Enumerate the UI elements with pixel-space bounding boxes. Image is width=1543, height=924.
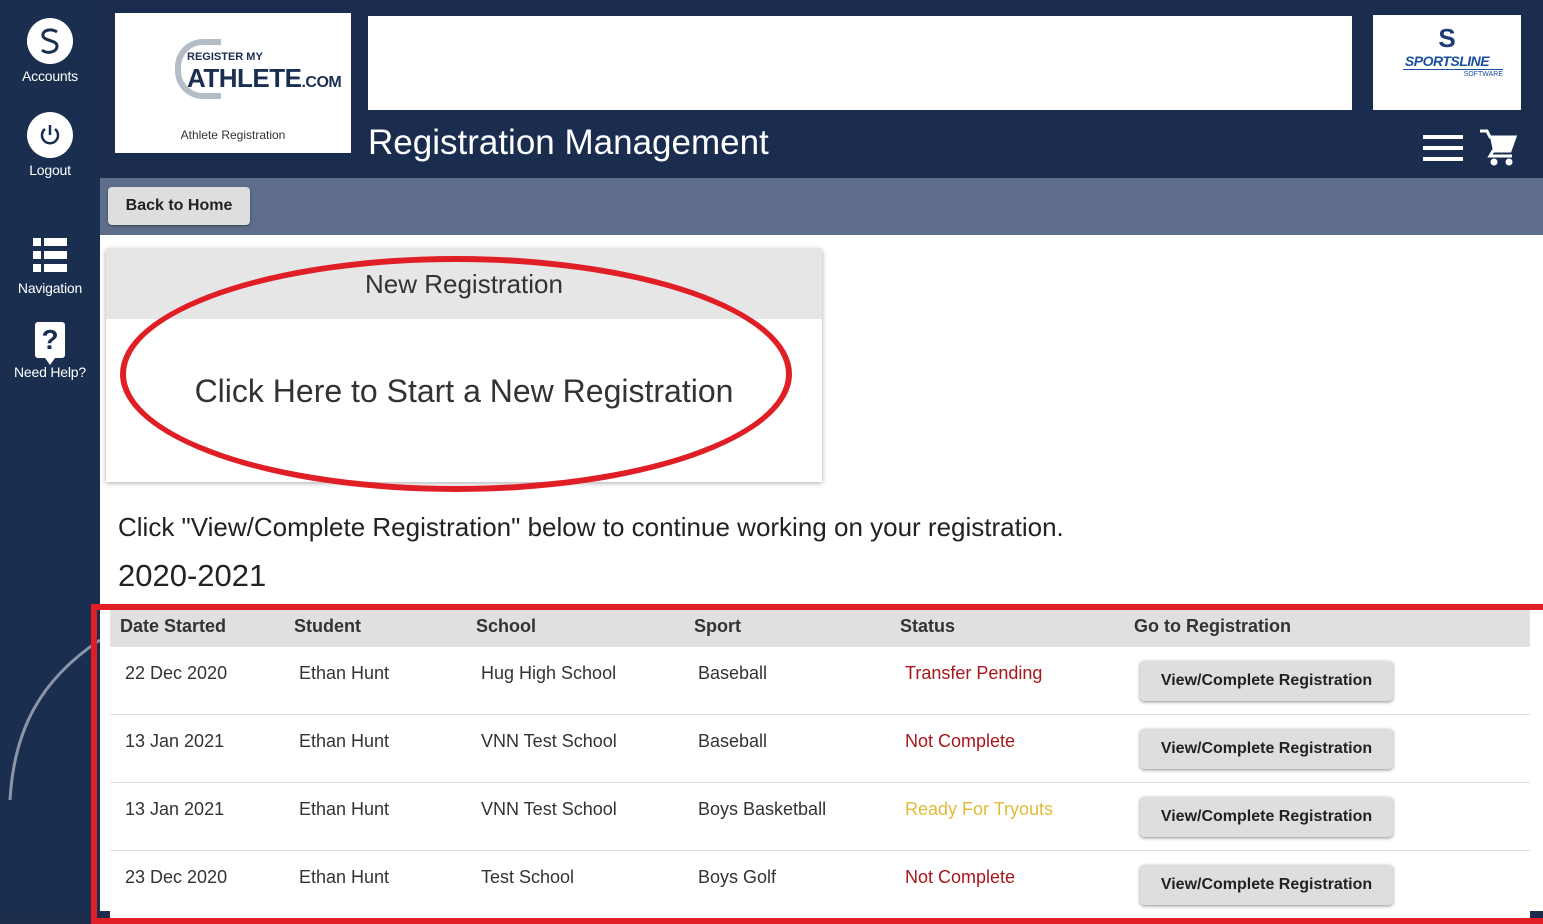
cell-status: Ready For Tryouts xyxy=(905,799,1054,819)
cell-date: 13 Jan 2021 xyxy=(125,731,225,751)
background-arc-decoration xyxy=(8,638,100,800)
app-header: REGISTER MY ATHLETE.COM Athlete Registra… xyxy=(100,0,1543,178)
view-complete-registration-button[interactable]: View/Complete Registration xyxy=(1140,797,1393,837)
table-row: 23 Dec 2020 Ethan Hunt Test School Boys … xyxy=(110,851,1530,919)
new-registration-card: New Registration Click Here to Start a N… xyxy=(106,249,822,482)
view-complete-registration-button[interactable]: View/Complete Registration xyxy=(1140,865,1393,905)
sportsline-brand: SPORTSLINE xyxy=(1404,53,1490,69)
cell-student: Ethan Hunt xyxy=(299,799,390,819)
sidebar-item-label: Logout xyxy=(29,162,71,178)
toolbar: Back to Home xyxy=(100,178,1543,235)
new-registration-heading: New Registration xyxy=(106,249,822,319)
cell-sport: Boys Golf xyxy=(698,867,777,887)
sidebar-item-label: Accounts xyxy=(22,68,78,84)
cell-sport: Baseball xyxy=(698,663,768,683)
logo-caption: Athlete Registration xyxy=(180,128,286,142)
sportsline-subtitle: SOFTWARE xyxy=(1463,71,1503,78)
power-icon xyxy=(27,112,73,158)
cell-date: 23 Dec 2020 xyxy=(125,867,228,887)
cell-student: Ethan Hunt xyxy=(299,663,390,683)
table-row: 13 Jan 2021 Ethan Hunt VNN Test School B… xyxy=(110,715,1530,783)
registrations-table: Date Started Student School Sport Status… xyxy=(110,609,1530,919)
cell-school: Hug High School xyxy=(481,663,617,683)
page-title: Registration Management xyxy=(368,123,769,162)
column-header-date: Date Started xyxy=(120,616,227,636)
logo-suffix: .COM xyxy=(301,74,342,91)
sportsline-s-icon xyxy=(27,18,73,64)
column-header-sport: Sport xyxy=(694,616,741,636)
cell-sport: Baseball xyxy=(698,731,768,751)
cell-status: Not Complete xyxy=(905,731,1016,751)
sportsline-s-icon: S xyxy=(1438,23,1456,53)
register-my-athlete-logo[interactable]: REGISTER MY ATHLETE.COM Athlete Registra… xyxy=(115,13,351,153)
cell-date: 13 Jan 2021 xyxy=(125,799,225,819)
start-new-registration-link[interactable]: Click Here to Start a New Registration xyxy=(106,373,822,410)
column-header-school: School xyxy=(476,616,537,636)
column-header-student: Student xyxy=(294,616,361,636)
logo-underline xyxy=(1403,69,1503,70)
sidebar-item-accounts[interactable]: Accounts xyxy=(0,18,100,84)
cell-school: VNN Test School xyxy=(481,799,617,819)
shopping-cart-icon[interactable] xyxy=(1478,127,1518,167)
sidebar-item-label: Navigation xyxy=(17,280,83,296)
cell-status: Not Complete xyxy=(905,867,1016,887)
list-icon xyxy=(33,238,67,272)
cell-status: Transfer Pending xyxy=(905,663,1043,683)
logo-big-text: ATHLETE.COM xyxy=(187,63,342,93)
view-complete-registration-button[interactable]: View/Complete Registration xyxy=(1140,661,1393,701)
left-sidebar: Accounts Logout Navigation ? Need Help? xyxy=(0,0,100,911)
header-banner xyxy=(368,16,1352,110)
cell-school: VNN Test School xyxy=(481,731,617,751)
cell-date: 22 Dec 2020 xyxy=(125,663,228,683)
season-heading: 2020-2021 xyxy=(118,558,267,593)
back-to-home-button[interactable]: Back to Home xyxy=(108,187,250,225)
cell-school: Test School xyxy=(481,867,575,887)
logo-small-text: REGISTER MY xyxy=(187,51,263,63)
sidebar-item-help[interactable]: ? Need Help? xyxy=(0,322,100,380)
sidebar-item-navigation[interactable]: Navigation xyxy=(0,238,100,296)
view-complete-registration-button[interactable]: View/Complete Registration xyxy=(1140,729,1393,769)
cell-sport: Boys Basketball xyxy=(698,799,827,819)
sportsline-logo[interactable]: S SPORTSLINE SOFTWARE xyxy=(1373,15,1521,110)
column-header-status: Status xyxy=(900,616,956,636)
table-header: Date Started Student School Sport Status… xyxy=(110,609,1530,647)
table-row: 22 Dec 2020 Ethan Hunt Hug High School B… xyxy=(110,647,1530,715)
help-icon: ? xyxy=(35,322,65,365)
cell-student: Ethan Hunt xyxy=(299,867,390,887)
hamburger-menu-icon[interactable] xyxy=(1423,133,1463,163)
cell-student: Ethan Hunt xyxy=(299,731,390,751)
sidebar-item-label: Need Help? xyxy=(14,364,86,380)
instruction-text: Click "View/Complete Registration" below… xyxy=(118,512,1064,542)
column-header-go-to-registration: Go to Registration xyxy=(1134,616,1291,636)
sidebar-item-logout[interactable]: Logout xyxy=(0,112,100,178)
table-row: 13 Jan 2021 Ethan Hunt VNN Test School B… xyxy=(110,783,1530,851)
